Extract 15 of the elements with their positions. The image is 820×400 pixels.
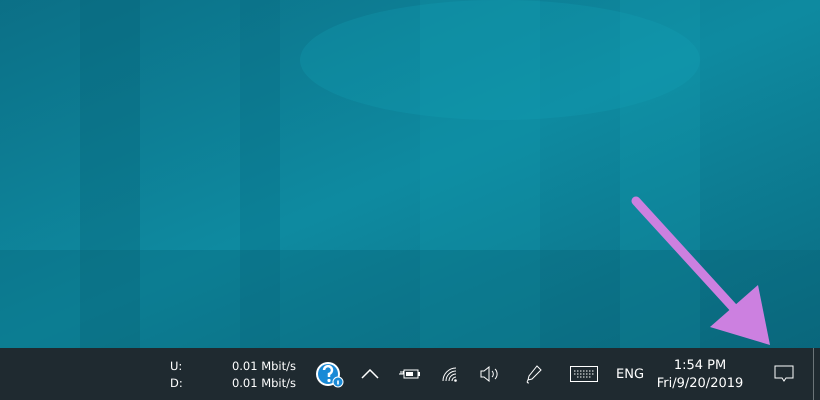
chevron-up-icon[interactable] — [361, 369, 379, 379]
pen-icon[interactable] — [525, 364, 543, 384]
help-icon[interactable] — [315, 360, 345, 388]
speaker-icon[interactable] — [480, 366, 500, 382]
keyboard-icon[interactable] — [570, 366, 598, 382]
speed-label: U: — [170, 358, 184, 372]
speed-value: 0.01 Mbit/s — [230, 376, 296, 390]
speed-value: 0.01 Mbit/s — [230, 358, 296, 372]
battery-icon[interactable] — [399, 368, 421, 380]
language-indicator[interactable]: ENG — [616, 366, 644, 382]
wifi-icon[interactable] — [441, 366, 459, 382]
clock-time[interactable]: 1:54 PM — [674, 358, 726, 372]
clock-date[interactable]: Fri/9/20/2019 — [656, 376, 744, 390]
notification-icon[interactable] — [774, 365, 794, 383]
speed-label: D: — [170, 376, 184, 390]
